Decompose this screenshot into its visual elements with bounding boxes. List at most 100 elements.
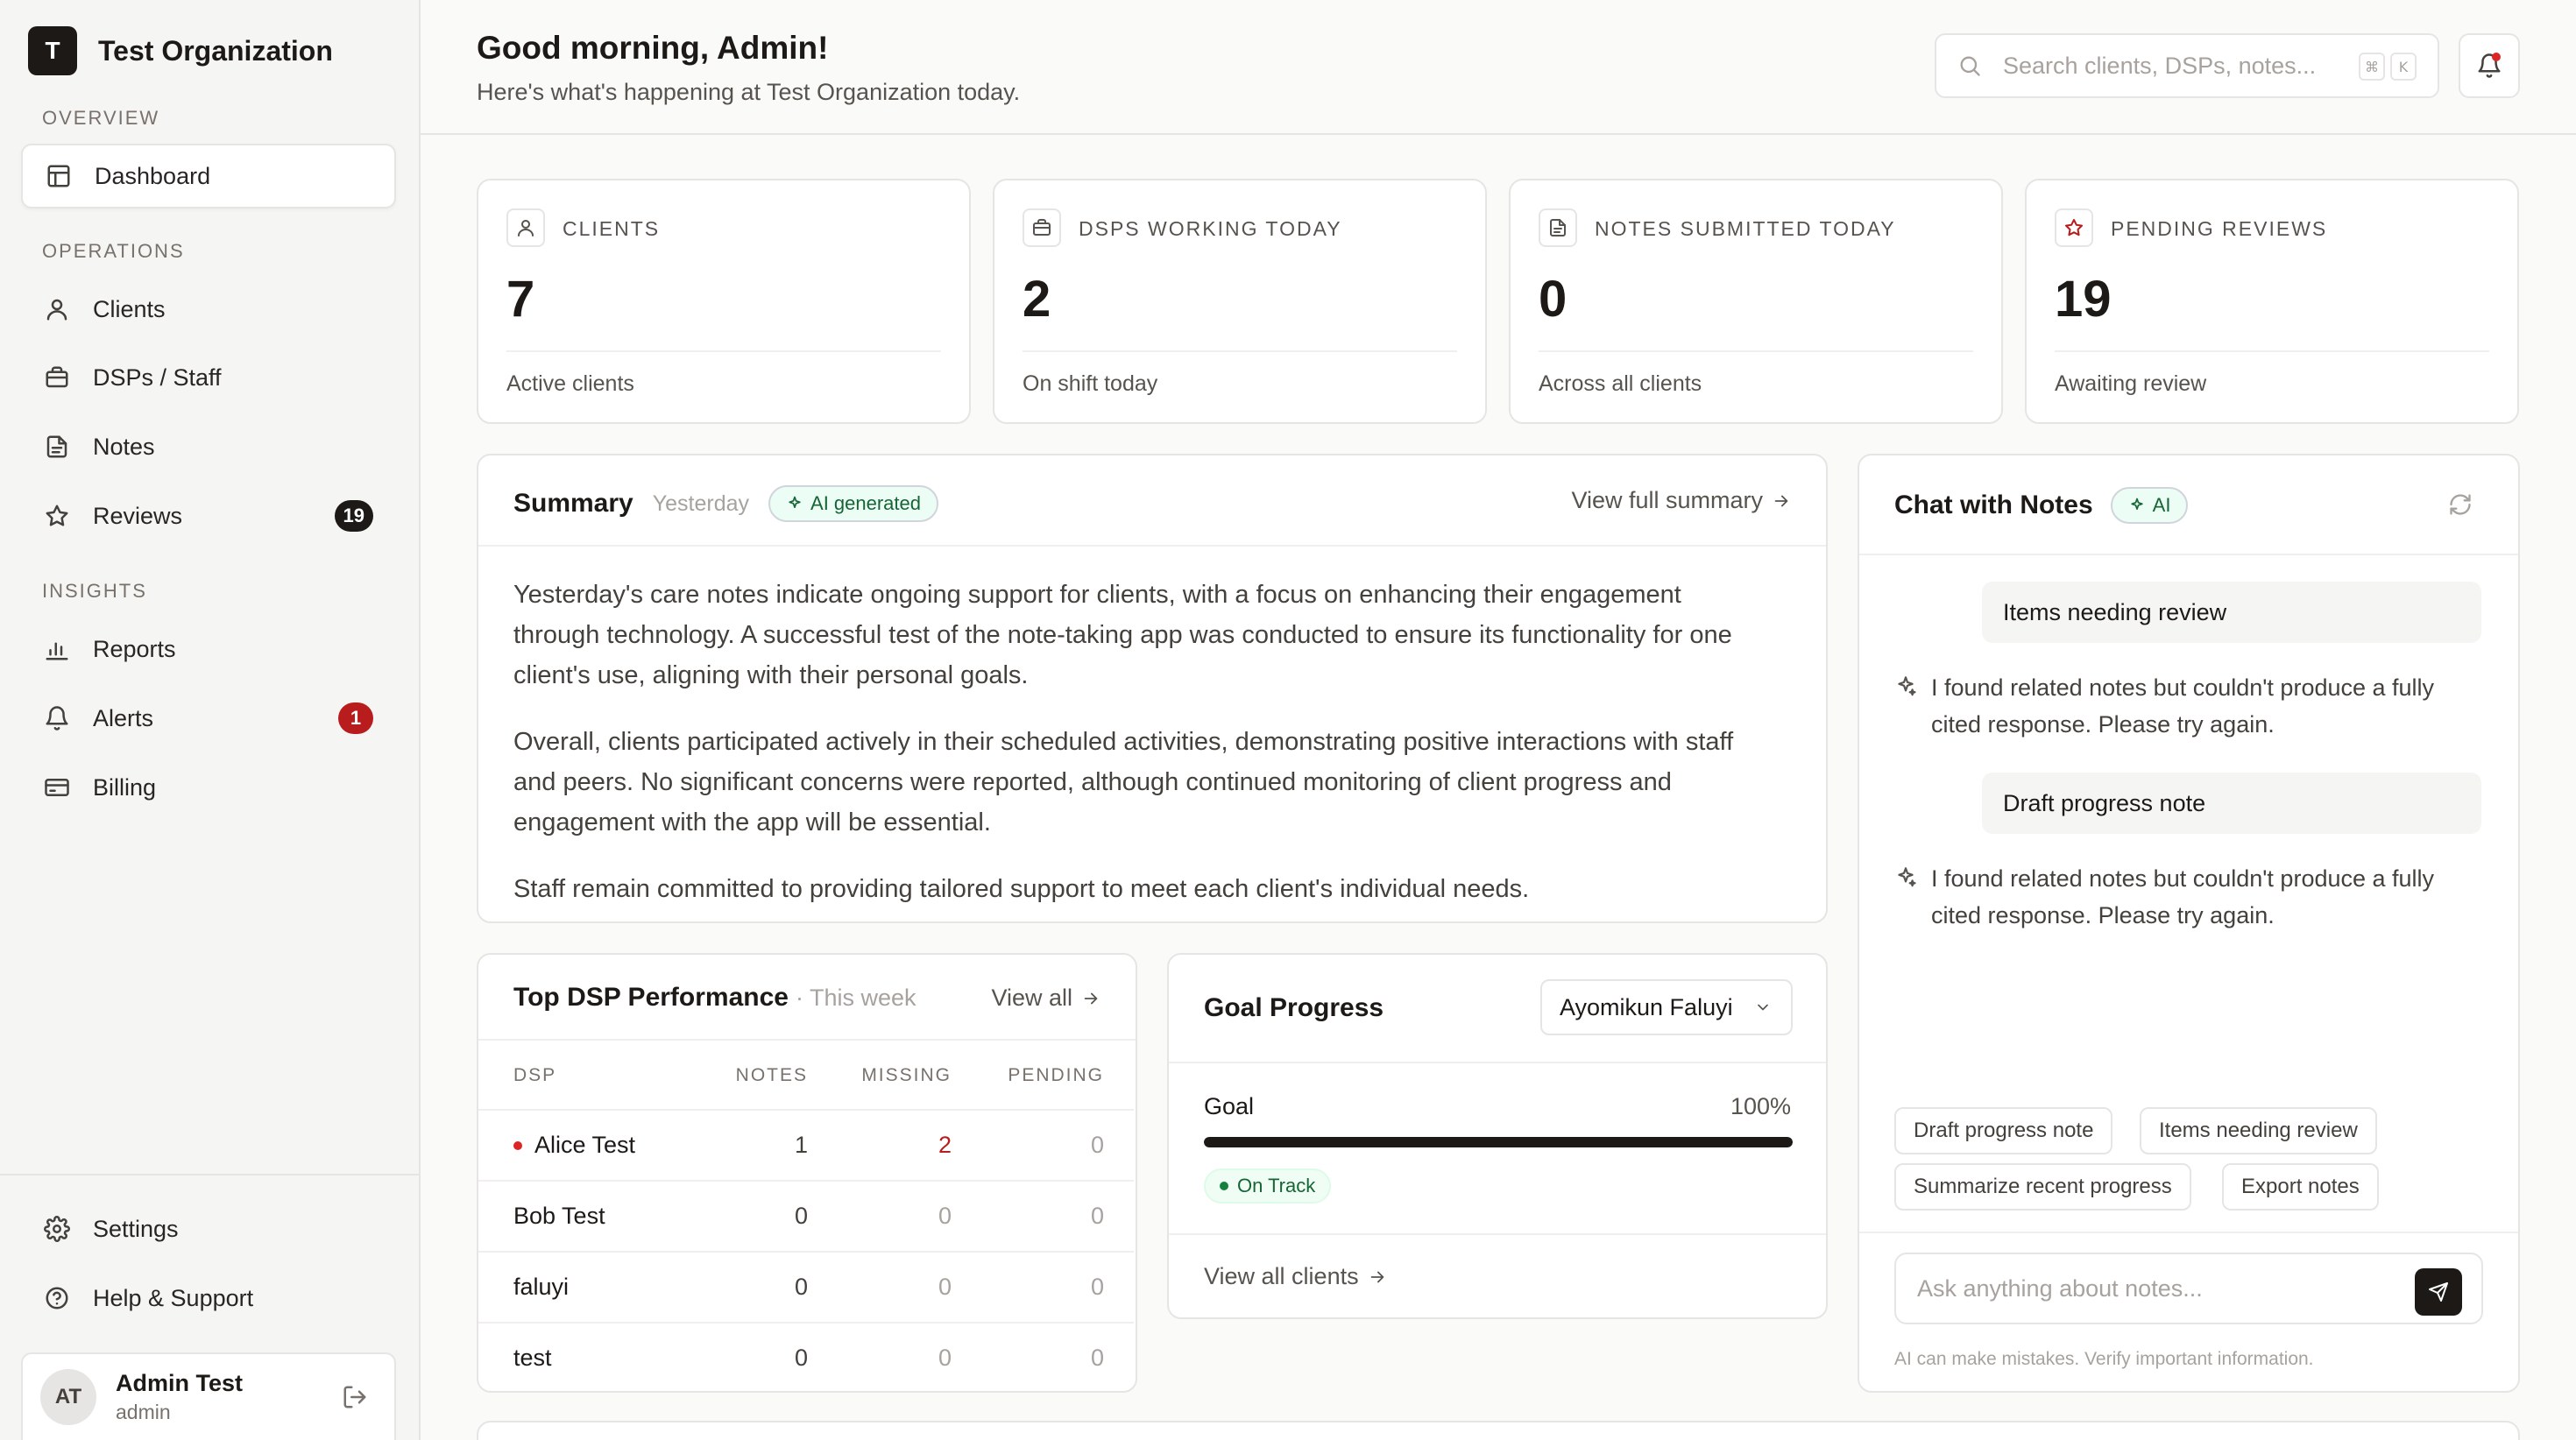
send-button[interactable]: [2415, 1268, 2462, 1316]
table-row[interactable]: faluyi 0 0 0: [478, 1251, 1134, 1321]
chat-input-box[interactable]: [1894, 1253, 2483, 1324]
suggestion-export-notes[interactable]: Export notes: [2222, 1163, 2379, 1211]
view-full-summary-label: View full summary: [1571, 487, 1763, 513]
stat-label: CLIENTS: [563, 217, 661, 240]
refresh-icon[interactable]: [2448, 492, 2473, 517]
search-box[interactable]: ⌘ K: [1935, 33, 2439, 98]
summary-paragraph: Overall, clients participated actively i…: [513, 728, 1734, 836]
org-logo: T: [28, 26, 77, 75]
view-full-summary-link[interactable]: View full summary: [1571, 487, 1791, 514]
suggestion-draft-progress-note[interactable]: Draft progress note: [1894, 1107, 2113, 1154]
sidebar-item-clients[interactable]: Clients: [21, 277, 396, 342]
bottom-card: [477, 1421, 2520, 1440]
ai-disclaimer: AI can make mistakes. Verify important i…: [1894, 1349, 2314, 1369]
table-row[interactable]: test 0 0 0: [478, 1322, 1134, 1392]
gear-icon: [44, 1216, 70, 1242]
stat-label: PENDING REVIEWS: [2111, 217, 2328, 240]
chat-divider: [1859, 554, 2518, 555]
sidebar-item-alerts[interactable]: Alerts 1: [21, 686, 396, 751]
stat-label: DSPS WORKING TODAY: [1079, 217, 1342, 240]
summary-card: Summary Yesterday AI generated View full…: [477, 454, 1828, 923]
table-row[interactable]: Bob Test 0 0 0: [478, 1180, 1134, 1250]
stat-caption: Awaiting review: [2055, 371, 2207, 396]
summary-date: Yesterday: [652, 491, 750, 516]
sidebar-divider: [0, 1174, 419, 1175]
dsp-name: Alice Test: [534, 1132, 636, 1158]
org-switcher[interactable]: T Test Organization: [28, 26, 333, 75]
pending-cell: 0: [1090, 1345, 1104, 1371]
ai-generated-badge: AI generated: [768, 485, 938, 522]
chat-ai-text: I found related notes but couldn't produ…: [1931, 865, 2435, 928]
sidebar-item-help[interactable]: Help & Support: [21, 1266, 396, 1331]
notes-cell: 0: [794, 1274, 808, 1300]
sidebar-item-label: Dashboard: [95, 162, 211, 189]
pending-cell: 0: [1090, 1203, 1104, 1229]
goal-progress-title: Goal Progress: [1204, 993, 1384, 1022]
sidebar-item-label: Clients: [93, 295, 166, 322]
sidebar-item-billing[interactable]: Billing: [21, 755, 396, 820]
goal-progress-fill: [1204, 1137, 1793, 1147]
stat-caption: On shift today: [1023, 371, 1158, 396]
view-all-dsps-link[interactable]: View all: [991, 985, 1100, 1012]
sparkle-icon: [1894, 865, 1917, 888]
sidebar-item-reviews[interactable]: Reviews 19: [21, 484, 396, 548]
search-input[interactable]: [2003, 52, 2336, 80]
notes-cell: 1: [794, 1132, 808, 1158]
goal-divider: [1169, 1062, 1826, 1063]
logout-icon[interactable]: [342, 1384, 368, 1410]
missing-cell: 2: [938, 1132, 952, 1158]
dsp-performance-period: · This week: [795, 985, 916, 1011]
notifications-button[interactable]: [2459, 33, 2520, 98]
user-icon: [44, 296, 70, 322]
sidebar-item-label: DSPs / Staff: [93, 364, 222, 391]
sidebar-item-dsps[interactable]: DSPs / Staff: [21, 345, 396, 410]
client-select[interactable]: Ayomikun Faluyi: [1540, 979, 1793, 1035]
briefcase-icon: [44, 364, 70, 391]
sidebar-item-notes[interactable]: Notes: [21, 414, 396, 479]
section-label-operations: OPERATIONS: [42, 240, 185, 262]
missing-cell: 0: [938, 1203, 952, 1229]
goal-progress-bar: [1204, 1137, 1793, 1147]
ai-badge: AI: [2110, 487, 2189, 524]
sparkle-icon: [786, 495, 803, 512]
sidebar-item-label: Billing: [93, 773, 157, 801]
file-icon: [44, 434, 70, 460]
sidebar-item-reports[interactable]: Reports: [21, 617, 396, 681]
missing-cell: 0: [938, 1274, 952, 1300]
stat-label: NOTES SUBMITTED TODAY: [1595, 217, 1896, 240]
table-row[interactable]: Alice Test 1 2 0: [478, 1109, 1134, 1179]
dsp-name: test: [513, 1345, 552, 1371]
dsp-performance-title: Top DSP Performance: [513, 983, 789, 1012]
stat-card: PENDING REVIEWS 19 Awaiting review: [2025, 179, 2519, 424]
sidebar-item-label: Settings: [93, 1215, 179, 1242]
suggestion-items-needing-review[interactable]: Items needing review: [2140, 1107, 2377, 1154]
send-icon: [2428, 1281, 2449, 1302]
chat-ai-message: I found related notes but couldn't produ…: [1894, 860, 2490, 934]
sidebar-item-dashboard[interactable]: Dashboard: [21, 144, 396, 208]
stat-caption: Across all clients: [1539, 371, 1702, 396]
stat-icon-frame: [1023, 208, 1061, 247]
sidebar-item-settings[interactable]: Settings: [21, 1196, 396, 1261]
chevron-down-icon: [1754, 999, 1772, 1016]
stat-divider: [2055, 350, 2489, 352]
user-card[interactable]: AT Admin Test admin: [21, 1352, 396, 1440]
briefcase-icon: [1031, 217, 1052, 238]
file-icon: [1547, 217, 1568, 238]
stat-divider: [1023, 350, 1457, 352]
org-name: Test Organization: [98, 34, 333, 67]
chat-ai-text: I found related notes but couldn't produ…: [1931, 674, 2435, 738]
chat-input-divider: [1859, 1232, 2518, 1233]
dsp-name-cell: test: [513, 1345, 552, 1372]
suggestion-summarize-recent-progress[interactable]: Summarize recent progress: [1894, 1163, 2191, 1211]
page-header: Good morning, Admin! Here's what's happe…: [421, 0, 2576, 135]
chat-input[interactable]: [1917, 1274, 2408, 1302]
goal-label: Goal: [1204, 1093, 1255, 1119]
ai-generated-label: AI generated: [810, 492, 921, 514]
view-all-clients-link[interactable]: View all clients: [1204, 1263, 1387, 1290]
stat-icon-frame: [2055, 208, 2093, 247]
chat-user-message: Items needing review: [1982, 582, 2481, 643]
dsp-name: Bob Test: [513, 1203, 605, 1229]
alerts-count-badge: 1: [338, 702, 373, 734]
pending-cell: 0: [1090, 1132, 1104, 1158]
stat-card: DSPS WORKING TODAY 2 On shift today: [993, 179, 1487, 424]
